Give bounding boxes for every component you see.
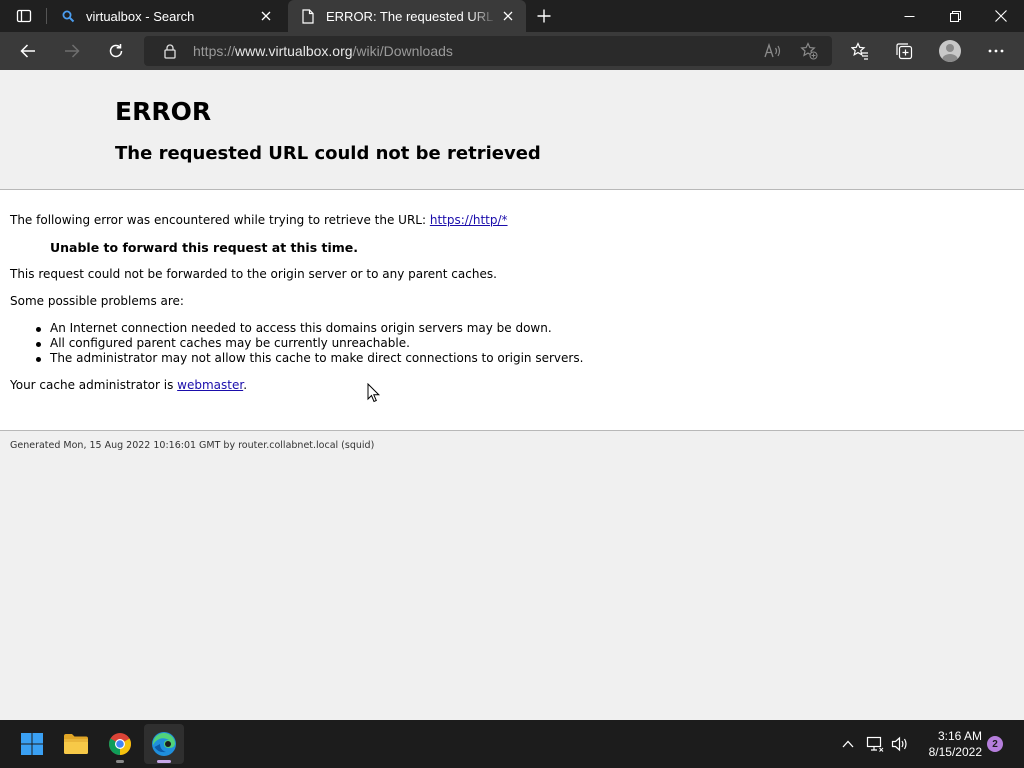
error-header: ERROR The requested URL could not be ret…	[0, 70, 1024, 190]
list-item: All configured parent caches may be curr…	[35, 336, 583, 351]
chevron-up-icon	[842, 740, 854, 748]
admin-text: Your cache administrator is	[10, 378, 178, 392]
page-subtitle: The requested URL could not be retrieved	[115, 143, 541, 164]
running-indicator	[116, 760, 124, 763]
list-item: The administrator may not allow this cac…	[35, 351, 584, 365]
start-icon	[21, 733, 43, 755]
tab-actions-icon	[16, 9, 32, 23]
read-aloud-button[interactable]	[760, 40, 786, 62]
close-tab-button[interactable]	[496, 4, 520, 28]
show-hidden-icons-button[interactable]	[838, 734, 858, 754]
running-indicator	[157, 760, 171, 763]
browser-toolbar: https://www.virtualbox.org/wiki/Download…	[0, 32, 1024, 70]
page-title: ERROR	[115, 97, 212, 126]
edge-button[interactable]	[144, 724, 184, 764]
detail-text: This request could not be forwarded to t…	[10, 267, 497, 281]
volume-button[interactable]	[890, 734, 910, 754]
forward-button[interactable]	[56, 36, 88, 66]
minimize-button[interactable]	[886, 0, 932, 32]
edge-icon	[152, 732, 176, 756]
network-button[interactable]	[865, 734, 885, 754]
close-icon	[261, 11, 271, 21]
clock-date: 8/15/2022	[928, 745, 982, 759]
admin-line: Your cache administrator is webmaster.	[10, 378, 247, 392]
arrow-left-icon	[20, 44, 35, 58]
url-scheme: https://	[193, 43, 236, 59]
list-item: An Internet connection needed to access …	[35, 321, 583, 336]
close-icon	[503, 11, 513, 21]
tab-virtualbox-search[interactable]: virtualbox - Search	[48, 0, 284, 32]
url-text[interactable]: https://www.virtualbox.org/wiki/Download…	[193, 43, 453, 59]
start-button[interactable]	[12, 724, 52, 764]
problems-heading: Some possible problems are:	[10, 294, 184, 308]
url-host: www.virtualbox.org	[235, 43, 353, 59]
file-explorer-button[interactable]	[56, 724, 96, 764]
speaker-icon	[891, 736, 907, 752]
url-path: /wiki/Downloads	[352, 43, 453, 59]
page-icon	[300, 8, 316, 24]
chrome-button[interactable]	[100, 724, 140, 764]
webmaster-link[interactable]: webmaster	[177, 378, 243, 392]
error-body: The following error was encountered whil…	[0, 190, 1024, 431]
chrome-icon	[109, 733, 131, 755]
error-message: Unable to forward this request at this t…	[50, 240, 359, 255]
refresh-icon	[109, 44, 123, 58]
settings-more-button[interactable]	[980, 36, 1012, 66]
admin-suffix: .	[243, 378, 248, 392]
close-window-button[interactable]	[978, 0, 1024, 32]
restore-icon	[949, 10, 961, 22]
close-tab-button[interactable]	[254, 4, 278, 28]
clock-time: 3:16 AM	[937, 729, 982, 743]
network-icon	[866, 736, 884, 752]
refresh-button[interactable]	[100, 36, 132, 66]
plus-icon	[537, 9, 551, 23]
address-bar[interactable]: https://www.virtualbox.org/wiki/Download…	[144, 36, 832, 66]
tab-error-page[interactable]: ERROR: The requested URL could not be re…	[288, 0, 526, 32]
lock-icon[interactable]	[162, 43, 178, 59]
intro-line: The following error was encountered whil…	[10, 213, 508, 227]
close-icon	[995, 10, 1007, 22]
problems-list: An Internet connection needed to access …	[35, 321, 584, 366]
tab-title: ERROR: The requested URL could not be re…	[326, 8, 496, 24]
file-explorer-icon	[64, 734, 88, 754]
tab-strip: virtualbox - Search ERROR: The requested…	[0, 0, 1024, 32]
collections-icon	[896, 43, 913, 60]
notification-badge[interactable]: 2	[987, 736, 1003, 752]
favorites-button[interactable]	[844, 36, 876, 66]
avatar	[939, 40, 961, 62]
collections-button[interactable]	[888, 36, 920, 66]
favorites-icon	[851, 42, 868, 60]
new-tab-button[interactable]	[530, 4, 558, 28]
requested-url-link[interactable]: https://http/*	[430, 213, 508, 227]
arrow-right-icon	[65, 44, 80, 58]
search-icon	[60, 8, 76, 24]
star-add-icon	[800, 42, 818, 60]
restore-button[interactable]	[932, 0, 978, 32]
profile-button[interactable]	[934, 36, 966, 66]
mouse-cursor-icon	[367, 383, 381, 403]
tab-title: virtualbox - Search	[86, 8, 195, 24]
intro-text: The following error was encountered whil…	[10, 213, 430, 227]
taskbar: 3:16 AM 8/15/2022	[0, 720, 1024, 768]
minimize-icon	[904, 15, 914, 17]
tab-actions-button[interactable]	[8, 4, 40, 28]
more-icon	[988, 49, 1004, 53]
tab-separator	[46, 8, 47, 24]
back-button[interactable]	[12, 36, 44, 66]
taskbar-clock[interactable]: 3:16 AM 8/15/2022	[918, 728, 982, 760]
read-aloud-icon	[764, 43, 781, 58]
add-favorite-button[interactable]	[796, 40, 822, 62]
generated-footer: Generated Mon, 15 Aug 2022 10:16:01 GMT …	[10, 440, 375, 451]
page-content: ERROR The requested URL could not be ret…	[0, 70, 1024, 720]
